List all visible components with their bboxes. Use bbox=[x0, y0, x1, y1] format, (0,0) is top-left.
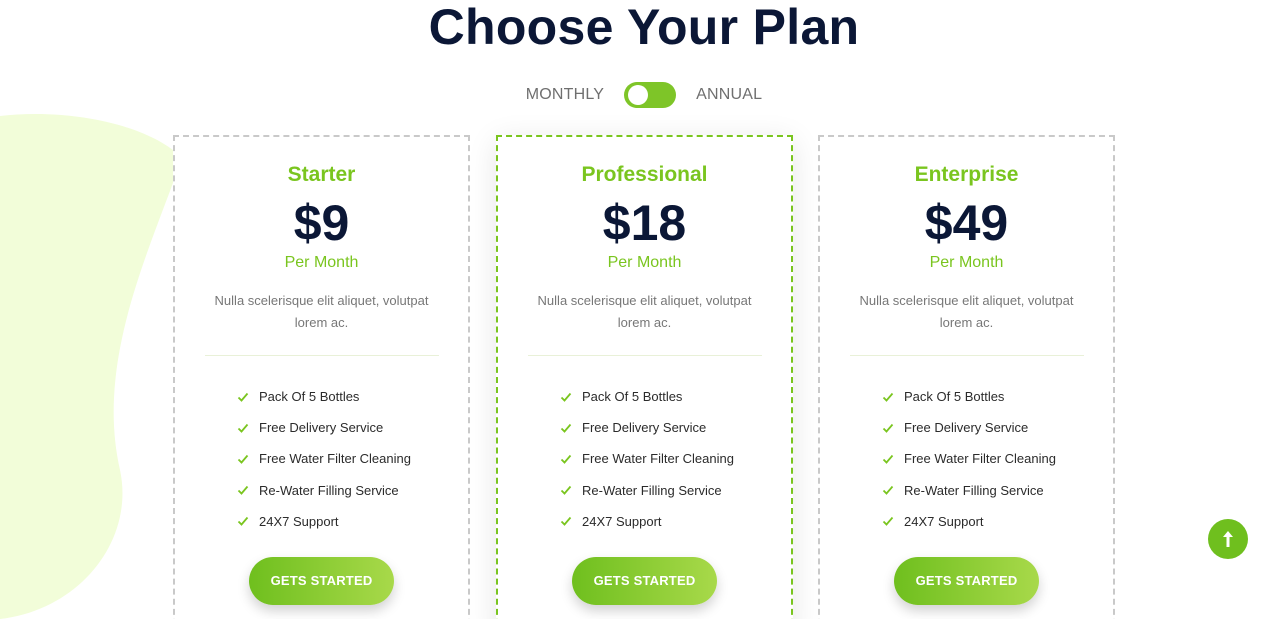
check-icon bbox=[560, 423, 572, 433]
check-icon bbox=[560, 454, 572, 464]
arrow-up-icon bbox=[1223, 531, 1233, 547]
plan-name: Enterprise bbox=[914, 163, 1019, 186]
check-icon bbox=[237, 423, 249, 433]
feature-label: 24X7 Support bbox=[582, 513, 662, 529]
plan-name: Starter bbox=[287, 163, 356, 186]
feature-label: Re-Water Filling Service bbox=[259, 482, 399, 498]
plan-description: Nulla scelerisque elit aliquet, volutpat… bbox=[859, 293, 1074, 330]
monthly-label[interactable]: MONTHLY bbox=[526, 86, 604, 104]
plan-period: Per Month bbox=[607, 254, 682, 271]
plan-price: $49 bbox=[924, 195, 1009, 251]
plan-description: Nulla scelerisque elit aliquet, volutpat… bbox=[537, 293, 752, 330]
feature-label: 24X7 Support bbox=[259, 513, 339, 529]
check-icon bbox=[882, 423, 894, 433]
divider bbox=[849, 355, 1084, 356]
feature-item: 24X7 Support bbox=[882, 506, 1113, 537]
check-icon bbox=[882, 517, 894, 527]
feature-item: Pack Of 5 Bottles bbox=[237, 381, 468, 412]
plan-period: Per Month bbox=[929, 254, 1004, 271]
check-icon bbox=[882, 392, 894, 402]
check-icon bbox=[237, 486, 249, 495]
feature-item: Re-Water Filling Service bbox=[560, 475, 791, 506]
annual-label[interactable]: ANNUAL bbox=[696, 86, 762, 104]
get-started-button[interactable]: GETS STARTED bbox=[249, 556, 394, 605]
plan-card-enterprise: Enterprise $49 Per Month Nulla scelerisq… bbox=[818, 135, 1115, 619]
feature-label: Free Water Filter Cleaning bbox=[904, 451, 1056, 467]
feature-item: Pack Of 5 Bottles bbox=[560, 381, 791, 412]
feature-item: Re-Water Filling Service bbox=[882, 475, 1113, 506]
switch-knob bbox=[628, 85, 649, 105]
check-icon bbox=[560, 392, 572, 402]
feature-item: Free Water Filter Cleaning bbox=[237, 443, 468, 474]
plan-description: Nulla scelerisque elit aliquet, volutpat… bbox=[214, 293, 429, 330]
feature-label: Pack Of 5 Bottles bbox=[582, 389, 683, 405]
feature-label: Re-Water Filling Service bbox=[904, 482, 1044, 498]
feature-label: Free Delivery Service bbox=[582, 420, 707, 436]
feature-label: Free Water Filter Cleaning bbox=[582, 451, 734, 467]
check-icon bbox=[237, 454, 249, 464]
billing-switch[interactable] bbox=[624, 82, 677, 108]
plan-price: $18 bbox=[602, 195, 687, 251]
plan-period: Per Month bbox=[284, 254, 359, 271]
feature-item: Free Delivery Service bbox=[560, 412, 791, 443]
feature-label: Free Delivery Service bbox=[904, 420, 1029, 436]
scroll-to-top-button[interactable] bbox=[1208, 519, 1248, 559]
check-icon bbox=[560, 517, 572, 527]
plan-name: Professional bbox=[581, 163, 708, 186]
feature-label: Free Water Filter Cleaning bbox=[259, 451, 411, 467]
plan-card-starter: Starter $9 Per Month Nulla scelerisque e… bbox=[173, 135, 470, 619]
feature-item: Re-Water Filling Service bbox=[237, 475, 468, 506]
page-title: Choose Your Plan bbox=[428, 0, 860, 55]
check-icon bbox=[237, 517, 249, 527]
feature-label: Free Delivery Service bbox=[259, 420, 384, 436]
feature-item: Free Water Filter Cleaning bbox=[560, 443, 791, 474]
check-icon bbox=[560, 486, 572, 495]
check-icon bbox=[237, 392, 249, 402]
feature-list: Pack Of 5 Bottles Free Delivery Service … bbox=[175, 381, 468, 537]
feature-item: Free Water Filter Cleaning bbox=[882, 443, 1113, 474]
feature-item: Free Delivery Service bbox=[237, 412, 468, 443]
plan-price: $9 bbox=[293, 195, 350, 251]
get-started-button[interactable]: GETS STARTED bbox=[894, 556, 1039, 605]
feature-list: Pack Of 5 Bottles Free Delivery Service … bbox=[820, 381, 1113, 537]
feature-item: Free Delivery Service bbox=[882, 412, 1113, 443]
get-started-button[interactable]: GETS STARTED bbox=[572, 556, 717, 605]
feature-item: 24X7 Support bbox=[237, 506, 468, 537]
feature-label: Pack Of 5 Bottles bbox=[259, 389, 360, 405]
feature-item: 24X7 Support bbox=[560, 506, 791, 537]
divider bbox=[204, 355, 439, 356]
feature-label: Re-Water Filling Service bbox=[582, 482, 722, 498]
plan-card-professional: Professional $18 Per Month Nulla sceleri… bbox=[496, 135, 793, 619]
billing-toggle: MONTHLY ANNUAL bbox=[0, 82, 1280, 108]
feature-label: 24X7 Support bbox=[904, 513, 984, 529]
feature-list: Pack Of 5 Bottles Free Delivery Service … bbox=[498, 381, 791, 537]
divider bbox=[527, 355, 762, 356]
check-icon bbox=[882, 486, 894, 495]
feature-label: Pack Of 5 Bottles bbox=[904, 389, 1005, 405]
feature-item: Pack Of 5 Bottles bbox=[882, 381, 1113, 412]
check-icon bbox=[882, 454, 894, 464]
